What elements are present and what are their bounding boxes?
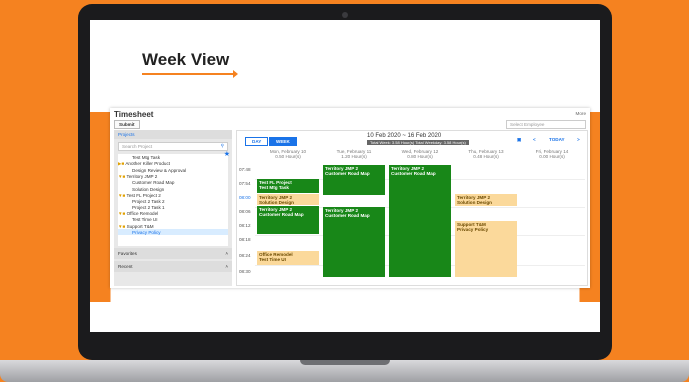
time-entry[interactable]: Office Remodel Test Time UI	[257, 251, 319, 265]
day-header[interactable]: Mon, February 10 0.50 Hour(s)	[257, 149, 319, 159]
week-total: Total Week: 3.58 Hour(s) Total Weekday: …	[367, 140, 469, 145]
next-button[interactable]: >	[577, 137, 580, 142]
day-header[interactable]: Thu, February 13 0.48 Hour(s)	[455, 149, 517, 159]
more-link[interactable]: More	[576, 111, 586, 116]
folder-icon: ▼■	[118, 192, 126, 198]
calendar-panel: DAY WEEK 10 Feb 2020 ~ 16 Feb 2020 Total…	[236, 130, 588, 286]
time-entry[interactable]: Territory JMP 2 Solution Design	[455, 194, 517, 206]
projects-header[interactable]: Projects	[114, 130, 232, 139]
time-label: 07:54	[239, 181, 251, 186]
time-entry[interactable]: Territory JMP 2 Customer Road Map	[323, 207, 385, 277]
day-header[interactable]: Wed, February 12 0.80 Hour(s)	[389, 149, 451, 159]
timesheet-app: Timesheet More Submit Select Employee Pr…	[110, 108, 590, 288]
screen: Week View Timesheet More Submit Select E…	[90, 20, 600, 332]
folder-icon: ▶■	[118, 160, 125, 166]
camera-icon	[342, 12, 348, 18]
day-headers: Mon, February 10 0.50 Hour(s) Tue, Februa…	[237, 149, 589, 163]
time-entry[interactable]: Territory JMP 2 Solution Design	[257, 194, 319, 205]
calendar-icon[interactable]: ▣	[517, 137, 521, 143]
time-label: 07:48	[239, 167, 251, 172]
favorites-section[interactable]: Favorites ˄	[114, 248, 232, 259]
time-label: 08:00	[239, 195, 251, 200]
week-grid[interactable]: 07:48 07:54 08:00 08:06 08:12 08:18 08:2…	[237, 165, 589, 285]
project-tree: Test Mtg Task ▶■ Another Killer Product …	[118, 154, 228, 246]
folder-icon: ▼■	[118, 211, 126, 217]
time-label: 08:18	[239, 237, 251, 242]
time-entry[interactable]: Territory JMP 2 Customer Road Map	[323, 165, 385, 195]
day-header[interactable]: Fri, February 14 0.00 Hour(s)	[521, 149, 583, 159]
date-range: 10 Feb 2020 ~ 16 Feb 2020	[367, 133, 442, 139]
search-icon[interactable]: ⚲	[221, 143, 224, 149]
star-icon[interactable]: ★	[224, 150, 230, 158]
search-input[interactable]: Search Project ⚲	[118, 142, 228, 151]
page-title: Timesheet	[114, 110, 154, 119]
today-button[interactable]: TODAY	[549, 137, 565, 142]
search-placeholder: Search Project	[122, 144, 153, 149]
tree-item-selected[interactable]: Privacy Policy	[118, 229, 228, 236]
slide-headline: Week View	[142, 50, 230, 69]
time-label: 08:30	[239, 269, 251, 274]
headline-arrow	[142, 70, 238, 78]
chevron-up-icon: ˄	[225, 251, 228, 256]
folder-icon: ▼■	[118, 174, 126, 180]
chevron-up-icon: ˄	[225, 264, 228, 269]
time-entry[interactable]: Territory JMP 2 Customer Road Map	[257, 206, 319, 234]
tree-item[interactable]: ▶■ Another Killer Product	[118, 160, 228, 167]
tab-week[interactable]: WEEK	[269, 137, 297, 146]
employee-select[interactable]: Select Employee	[506, 120, 586, 129]
time-label: 08:24	[239, 253, 251, 258]
day-header[interactable]: Tue, February 11 1.20 Hour(s)	[323, 149, 385, 159]
time-entry[interactable]: Support T&M Privacy Policy	[455, 221, 517, 277]
project-sidebar: Projects Search Project ⚲ ★ Test Mtg Tas…	[114, 130, 232, 286]
time-label: 08:06	[239, 209, 251, 214]
submit-button[interactable]: Submit	[114, 120, 140, 129]
tab-day[interactable]: DAY	[245, 137, 269, 146]
time-entry[interactable]: Territory JMP 2 Customer Road Map	[389, 165, 451, 277]
time-entry[interactable]: Test FL Project Test Mtg Task	[257, 179, 319, 193]
time-label: 08:12	[239, 223, 251, 228]
laptop-notch	[300, 360, 390, 365]
folder-icon: ▼■	[118, 223, 126, 229]
prev-button[interactable]: <	[533, 137, 536, 142]
recent-section[interactable]: Recent ˄	[114, 261, 232, 272]
